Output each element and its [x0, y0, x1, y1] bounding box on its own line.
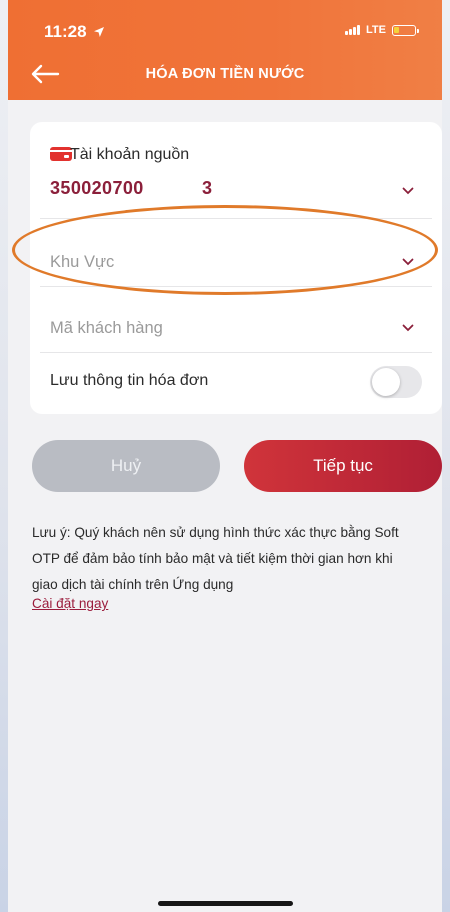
clock-text: 11:28: [44, 22, 87, 41]
source-account-label: Tài khoản nguồn: [70, 146, 190, 163]
customer-code-select[interactable]: Mã khách hàng: [50, 319, 163, 338]
account-number: 350020700: [50, 178, 144, 198]
soft-otp-note: Lưu ý: Quý khách nên sử dụng hình thức x…: [32, 525, 399, 592]
home-indicator: [158, 901, 293, 906]
phone-screen: 11:28 LTE HÓA ĐƠN TIỀN NƯỚC Tài khoản ng…: [8, 0, 442, 912]
location-arrow-icon: [93, 27, 104, 37]
status-indicators: LTE: [345, 24, 419, 36]
save-invoice-toggle[interactable]: [370, 366, 422, 398]
battery-icon: [392, 24, 419, 36]
network-label: LTE: [366, 24, 386, 36]
cancel-button[interactable]: Huỷ: [32, 440, 220, 492]
status-time: 11:28: [44, 22, 105, 42]
signal-icon: [345, 25, 361, 35]
divider: [40, 286, 432, 287]
continue-button[interactable]: Tiếp tục: [244, 440, 442, 492]
area-chevron-down-icon[interactable]: [402, 258, 414, 266]
card-icon: [50, 147, 72, 161]
setup-now-link[interactable]: Cài đặt ngay: [32, 596, 108, 611]
toggle-knob: [372, 368, 400, 396]
account-chevron-down-icon[interactable]: [402, 187, 414, 195]
area-select[interactable]: Khu Vực: [50, 253, 114, 272]
divider: [40, 352, 432, 353]
save-invoice-label: Lưu thông tin hóa đơn: [50, 372, 209, 389]
account-suffix: 3: [202, 178, 213, 198]
divider: [40, 218, 432, 219]
bill-form-card: Tài khoản nguồn 350020700 3 Khu Vực Mã k…: [30, 122, 442, 414]
page-title: HÓA ĐƠN TIỀN NƯỚC: [145, 66, 305, 82]
app-header: 11:28 LTE HÓA ĐƠN TIỀN NƯỚC: [8, 0, 442, 100]
customer-code-chevron-down-icon[interactable]: [402, 324, 414, 332]
